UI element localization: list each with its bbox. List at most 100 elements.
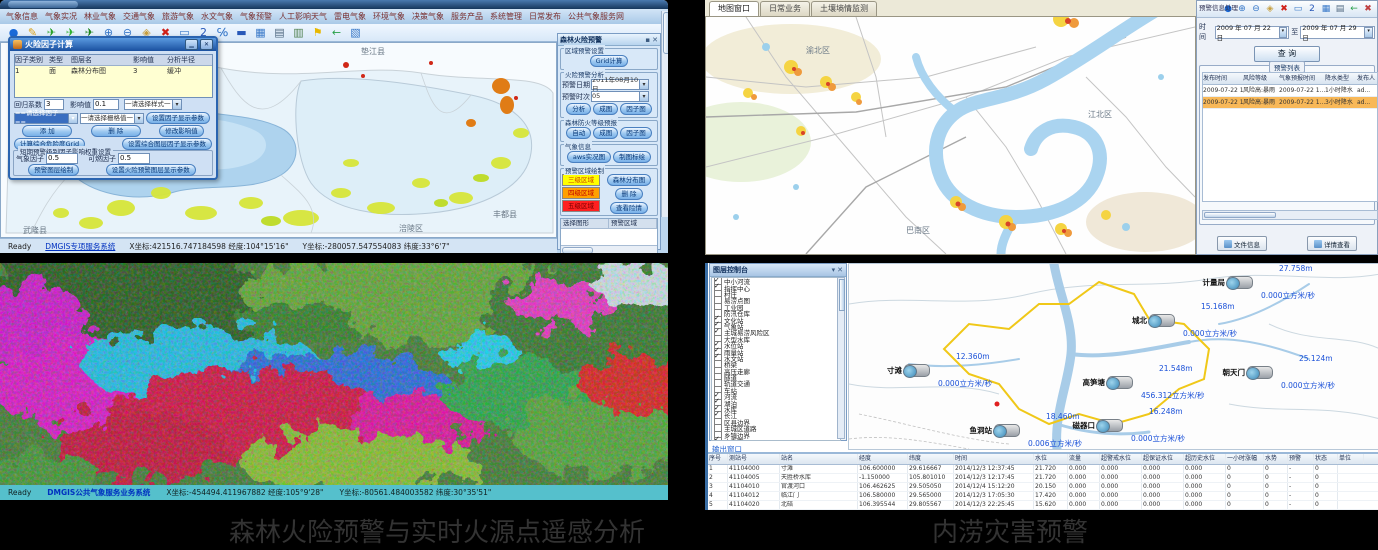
- menu-item[interactable]: 人工影响天气: [279, 11, 327, 22]
- fuel-factor-input[interactable]: 0.5: [118, 153, 150, 164]
- grid-calc-button[interactable]: Grid计算: [590, 55, 629, 67]
- weather-factor-input[interactable]: 0.5: [46, 153, 78, 164]
- query-button[interactable]: 查 询: [1254, 46, 1320, 62]
- menu-item[interactable]: 系统管理: [490, 11, 522, 22]
- menu-item[interactable]: 林业气象: [84, 11, 116, 22]
- station-map[interactable]: 27.758m 计量局 0.000立方米/秒 15.168m 城北 0.000立…: [848, 263, 1378, 450]
- menu-item[interactable]: 气象实况: [45, 11, 77, 22]
- gauge-cylinder-icon[interactable]: [1227, 276, 1253, 289]
- close-icon[interactable]: ✕: [200, 39, 213, 50]
- remote-sensing-image[interactable]: [0, 263, 668, 485]
- toolbar-icon[interactable]: ▬: [234, 26, 249, 40]
- draw-button[interactable]: 森林分布图: [607, 174, 652, 186]
- analysis-button[interactable]: 分析: [566, 103, 591, 115]
- menu-item[interactable]: 交通气象: [123, 11, 155, 22]
- modify-impact-button[interactable]: 修改影响值: [159, 125, 204, 137]
- menu-item[interactable]: 决策气象: [412, 11, 444, 22]
- toolbar-icon[interactable]: ⚑: [310, 26, 325, 40]
- analysis-button[interactable]: 成图: [593, 103, 618, 115]
- menu-item[interactable]: 服务产品: [451, 11, 483, 22]
- menu-item[interactable]: 日常发布: [529, 11, 561, 22]
- warning-row[interactable]: 2009-07-22 1...风险高:暴雨2009-07-22 1...3小时降…: [1203, 97, 1377, 109]
- file-info-button[interactable]: 文件信息: [1217, 236, 1267, 251]
- analysis-button[interactable]: 因子图: [620, 103, 652, 115]
- toolbar-icon[interactable]: 2: [1306, 3, 1318, 15]
- scroll-thumb[interactable]: [839, 279, 845, 311]
- grade-button[interactable]: 成图: [593, 127, 618, 139]
- draw-button[interactable]: 删 除: [615, 188, 642, 200]
- toolbar-icon[interactable]: ▦: [1320, 3, 1332, 15]
- style-select[interactable]: 一请选择样式一▾: [124, 99, 182, 110]
- scroll-thumb[interactable]: [663, 12, 669, 54]
- warning-row[interactable]: 2009-07-22 1...风险高:暴雨2009-07-22 1...1小时降…: [1203, 85, 1377, 97]
- toolbar-icon[interactable]: ◈: [1264, 3, 1276, 15]
- set-factor-display-button[interactable]: 设置因子显示参数: [146, 112, 210, 124]
- weather-button[interactable]: 制图标绘: [613, 151, 651, 163]
- weather-button[interactable]: aws实况图: [567, 151, 611, 163]
- warning-table[interactable]: 发布时间风险等级气象预报时间降水类型发布人 2009-07-22 1...风险高…: [1202, 72, 1378, 202]
- menu-item[interactable]: 气象信息: [6, 11, 38, 22]
- scroll-thumb[interactable]: [1204, 212, 1276, 218]
- toolbar-icon[interactable]: ▥: [291, 26, 306, 40]
- table-row[interactable]: 1面森林分布图3缓冲: [15, 66, 212, 76]
- pin-icon[interactable]: ▪: [645, 36, 650, 44]
- date-to-picker[interactable]: 2009 年 07 月 29 日▾: [1300, 26, 1375, 39]
- gauge-cylinder-icon[interactable]: [994, 424, 1020, 437]
- close-icon[interactable]: ✕: [837, 266, 843, 274]
- add-button[interactable]: 添 加: [22, 125, 72, 137]
- impact-input[interactable]: 0.1: [93, 99, 119, 110]
- set-warning-params-button[interactable]: 设置火险预警图层显示参数: [106, 164, 196, 176]
- gauge-cylinder-icon[interactable]: [1107, 376, 1133, 389]
- minimize-icon[interactable]: ▁: [185, 39, 198, 50]
- warn-date-select[interactable]: 2011年08月10日▾: [591, 79, 649, 90]
- collapse-icon[interactable]: ▾: [832, 266, 836, 274]
- gauge-cylinder-icon[interactable]: [1247, 366, 1273, 379]
- factor-table[interactable]: 因子类别类型图层名影响值分析半径 1面森林分布图3缓冲: [14, 54, 213, 98]
- toolbar-icon[interactable]: ✖: [1362, 3, 1374, 15]
- warn-time-select[interactable]: 05▾: [591, 91, 649, 102]
- raster-select[interactable]: 一请选择栅格值一▾: [80, 113, 144, 124]
- draw-button[interactable]: 查看险情: [610, 202, 648, 214]
- toolbar-icon[interactable]: ▧: [348, 26, 363, 40]
- horizontal-scrollbar[interactable]: [561, 245, 657, 253]
- set-layer-params-button[interactable]: 设置综合图层因子显示参数: [122, 138, 212, 150]
- toolbar-icon[interactable]: ⊖: [1250, 3, 1262, 15]
- dialog-titlebar[interactable]: 火险因子计算 ▁ ✕: [10, 38, 216, 51]
- tab-soil-moisture[interactable]: 土壤墒情监测: [811, 1, 877, 16]
- gauge-cylinder-icon[interactable]: [904, 364, 930, 377]
- toolbar-icon[interactable]: ▦: [253, 26, 268, 40]
- gauge-cylinder-icon[interactable]: [1149, 314, 1175, 327]
- date-from-picker[interactable]: 2009 年 07 月 22 日▾: [1215, 26, 1290, 39]
- close-icon[interactable]: ✕: [652, 36, 658, 44]
- detail-view-button[interactable]: 详情查看: [1307, 236, 1357, 251]
- factor-select[interactable]: ==请选择因子==▾: [14, 113, 78, 124]
- menu-item[interactable]: 气象预警: [240, 11, 272, 22]
- toolbar-icon[interactable]: ✖: [1278, 3, 1290, 15]
- status-system-link[interactable]: DMGIS公共气象服务业务系统: [47, 487, 150, 498]
- grade-button[interactable]: 自动: [566, 127, 591, 139]
- menu-item[interactable]: 公共气象服务网: [568, 11, 624, 22]
- layer-tree-item[interactable]: 水系面: [712, 438, 840, 441]
- menu-item[interactable]: 旅游气象: [162, 11, 194, 22]
- panel-vertical-scrollbar[interactable]: [661, 11, 668, 217]
- gauge-cylinder-icon[interactable]: [1097, 419, 1123, 432]
- menu-item[interactable]: 水文气象: [201, 11, 233, 22]
- toolbar-icon[interactable]: ▭: [1292, 3, 1304, 15]
- grade-button[interactable]: 因子图: [620, 127, 652, 139]
- horizontal-scrollbar[interactable]: [1202, 210, 1378, 220]
- toolbar-icon[interactable]: ←: [329, 26, 344, 40]
- draw-warning-layer-button[interactable]: 预警图层绘制: [28, 164, 79, 176]
- layer-scrollbar[interactable]: [837, 277, 845, 439]
- flood-street-map[interactable]: 渝北区江北区巴南区: [705, 16, 1196, 255]
- delete-button[interactable]: 删 除: [91, 125, 141, 137]
- tab-daily-business[interactable]: 日常业务: [760, 1, 810, 16]
- toolbar-icon[interactable]: ←: [1348, 3, 1360, 15]
- tab-map-window[interactable]: 地图窗口: [709, 1, 759, 16]
- station-data-table[interactable]: 序号测站号站名经度纬度时间水位流量超警戒水位超保证水位超历史水位一小时涨幅水势预…: [708, 452, 1378, 510]
- toolbar-icon[interactable]: ▤: [1334, 3, 1346, 15]
- scroll-thumb[interactable]: [562, 247, 593, 253]
- status-system-link[interactable]: DMGIS专项服务系统: [45, 241, 115, 252]
- warning-region-list[interactable]: 选择图形 预警区域: [560, 218, 658, 253]
- toolbar-icon[interactable]: ▤: [272, 26, 287, 40]
- layer-checkbox[interactable]: [714, 437, 722, 441]
